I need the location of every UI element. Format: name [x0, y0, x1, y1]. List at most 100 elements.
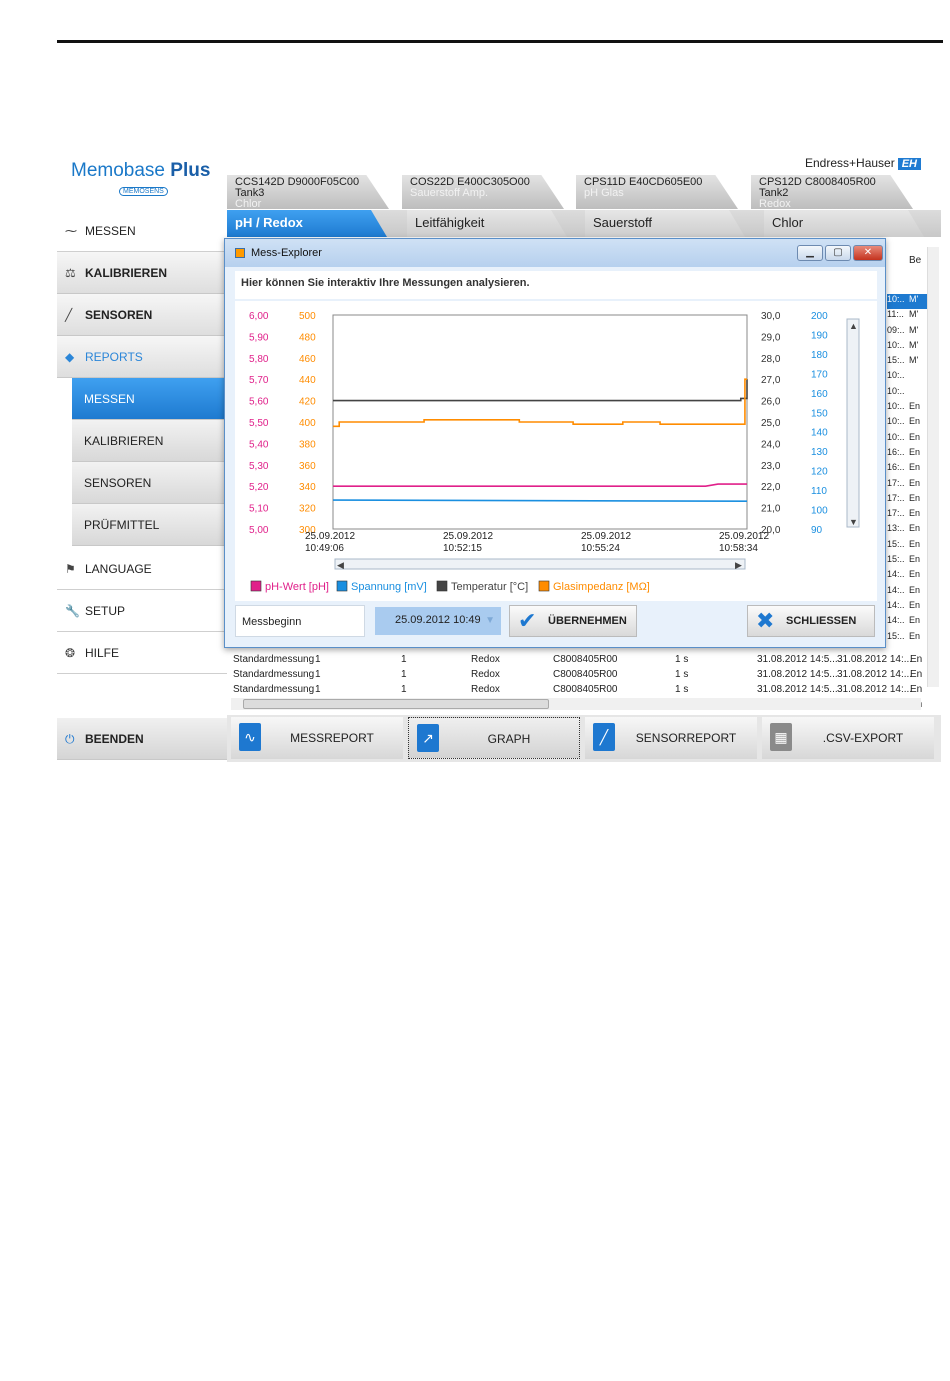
dialog-hint: Hier können Sie interaktiv Ihre Messunge…	[235, 271, 877, 299]
table-row[interactable]: 11:.. M'	[887, 309, 927, 324]
tab-ph-redox[interactable]: pH / Redox	[227, 210, 387, 237]
table-row[interactable]: Standardmessung 1 1 Redox C8008405R00 1 s 31.0…	[233, 668, 933, 683]
table-row[interactable]: 10:.. En	[887, 416, 927, 431]
table-row[interactable]: 09:.. M'	[887, 325, 927, 340]
sidebar-item-setup[interactable]: 🔧 SETUP	[57, 590, 227, 632]
scroll-thumb[interactable]	[243, 699, 549, 709]
table-row[interactable]: 15:.. M'	[887, 355, 927, 370]
sidebar-subitem-pruefmittel[interactable]: PRÜFMITTEL	[72, 504, 227, 546]
mv-axis-tick-label: 440	[299, 375, 316, 386]
table-cell: 15:..	[887, 355, 905, 366]
dialog-titlebar[interactable]: Mess-Explorer ▁ ▢ ✕	[225, 239, 885, 267]
sidebar-item-label: SETUP	[85, 604, 126, 618]
table-cell: En	[909, 599, 921, 610]
glass-axis-tick-label: 100	[811, 506, 828, 517]
sidebar-item-reports[interactable]: ◆ REPORTS	[57, 336, 227, 378]
close-window-button[interactable]: ✕	[853, 245, 883, 261]
legend-swatch	[336, 580, 348, 592]
x-axis-time-label: 10:49:06	[305, 543, 344, 554]
tab-sauerstoff[interactable]: Sauerstoff	[585, 210, 745, 237]
glass-axis-tick-label: 90	[811, 525, 823, 536]
table-row[interactable]: 16:.. En	[887, 462, 927, 477]
table-cell: 15:..	[887, 630, 905, 641]
table-cell: 10:..	[887, 416, 905, 427]
sidebar-item-kalibrieren[interactable]: ⚖ KALIBRIEREN	[57, 252, 227, 294]
table-row[interactable]: 10:.. En	[887, 401, 927, 416]
minimize-button[interactable]: ▁	[797, 245, 823, 261]
table-row[interactable]: 10:.. M'	[887, 294, 927, 310]
maximize-button[interactable]: ▢	[825, 245, 851, 261]
sidebar-subitem-kalibrieren[interactable]: KALIBRIEREN	[72, 420, 227, 462]
checkmark-icon: ✔	[518, 608, 537, 633]
table-row[interactable]: 16:.. En	[887, 447, 927, 462]
sensor-tab[interactable]: CPS12D C8008405R00 Tank2 Redox	[751, 175, 913, 209]
measurement-chart: 6,00 5,90 5,80 5,70 5,60 5,50 5,40 5,30 5,20 5,10…	[235, 301, 877, 601]
table-row[interactable]: 17:.. En	[887, 508, 927, 523]
messreport-button[interactable]: ∿ MESSREPORT	[231, 717, 403, 759]
sidebar-item-hilfe[interactable]: ❂ HILFE	[57, 632, 227, 674]
messbeginn-datetime-picker[interactable]: 25.09.2012 10:49 ▼	[375, 607, 501, 635]
sensor-tab[interactable]: CCS142D D9000F05C00 Tank3 Chlor	[227, 175, 389, 209]
table-row[interactable]: 14:.. En	[887, 600, 927, 615]
table-row[interactable]: 10:.. En	[887, 432, 927, 447]
table-cell: 31.08.2012 14:5...	[757, 669, 838, 680]
table-cell: 31.08.2012 14:5...	[757, 684, 838, 695]
table-row[interactable]: 17:.. En	[887, 478, 927, 493]
legend-label: Spannung [mV]	[351, 581, 427, 593]
tab-leitfaehigkeit[interactable]: Leitfähigkeit	[407, 210, 567, 237]
table-horizontal-scrollbar[interactable]	[231, 698, 921, 710]
sensor-type: Redox	[759, 198, 791, 210]
table-cell: En	[909, 477, 921, 488]
table-row[interactable]: 14:.. En	[887, 569, 927, 584]
table-cell: 1	[315, 669, 321, 680]
csv-export-button[interactable]: ▦ .CSV-EXPORT	[762, 717, 934, 759]
table-row[interactable]: 15:.. En	[887, 631, 927, 646]
table-row[interactable]: 10:..	[887, 370, 927, 385]
chevron-down-icon[interactable]: ▼	[485, 615, 495, 626]
table-row[interactable]: 10:..	[887, 386, 927, 401]
beenden-button[interactable]: ⏻ BEENDEN	[57, 718, 227, 760]
sensor-tab[interactable]: COS22D E400C305O00 Sauerstoff Amp.	[402, 175, 564, 209]
table-row[interactable]: 13:.. En	[887, 523, 927, 538]
table-cell: 10:..	[887, 401, 905, 412]
tab-chlor[interactable]: Chlor	[764, 210, 924, 237]
table-cell: En	[909, 446, 921, 457]
sidebar-item-sensoren[interactable]: ╱ SENSOREN	[57, 294, 227, 336]
bottom-toolbar: ∿ MESSREPORT ↗ GRAPH ╱ SENSORREPORT ▦ .CSV-E…	[227, 715, 941, 762]
mv-axis-tick-label: 500	[299, 311, 316, 322]
graph-button[interactable]: ↗ GRAPH	[408, 717, 580, 759]
table-row[interactable]: 14:.. En	[887, 585, 927, 600]
table-row[interactable]: 15:.. En	[887, 554, 927, 569]
table-row[interactable]: Standardmessung 1 1 Redox C8008405R00 1 s 31.0…	[233, 653, 933, 668]
sensor-icon: ╱	[65, 308, 73, 322]
button-label: MESSREPORT	[290, 731, 374, 745]
sensor-tabs: CCS142D D9000F05C00 Tank3 Chlor COS22D E…	[227, 175, 927, 209]
chart-horizontal-scrollbar	[334, 558, 746, 570]
table-cell: 1	[401, 684, 407, 695]
table-row[interactable]: 17:.. En	[887, 493, 927, 508]
glass-axis-tick-label: 140	[811, 428, 828, 439]
table-cell: 16:..	[887, 446, 905, 457]
table-row[interactable]: Standardmessung 1 1 Redox C8008405R00 1 s 31.0…	[233, 683, 933, 698]
sidebar-item-label: SENSOREN	[85, 308, 153, 322]
parameter-tabs: pH / Redox Leitfähigkeit Sauerstoff Chlo…	[227, 210, 941, 237]
table-row[interactable]: 14:.. En	[887, 615, 927, 630]
table-cell: 1 s	[675, 669, 689, 680]
sensor-tab[interactable]: CPS11D E40CD605E00 pH Glas	[576, 175, 738, 209]
ph-axis-tick-label: 5,60	[249, 397, 269, 408]
sidebar-item-messen[interactable]: ⁓ MESSEN	[57, 210, 227, 252]
schliessen-button[interactable]: ✖ SCHLIESSEN	[747, 605, 875, 637]
sidebar-subitem-messen[interactable]: MESSEN	[72, 378, 227, 420]
sensorreport-button[interactable]: ╱ SENSORREPORT	[585, 717, 757, 759]
table-row[interactable]: 15:.. En	[887, 539, 927, 554]
table-cell: 31.08.2012 14:...	[837, 669, 913, 680]
ph-axis-tick-label: 5,40	[249, 439, 269, 450]
sidebar-subitem-sensoren[interactable]: SENSOREN	[72, 462, 227, 504]
temp-axis-tick-label: 22,0	[761, 482, 781, 493]
sidebar-item-label: KALIBRIEREN	[85, 266, 168, 280]
uebernehmen-button[interactable]: ✔ ÜBERNEHMEN	[509, 605, 637, 637]
sidebar-item-language[interactable]: ⚑ LANGUAGE	[57, 548, 227, 590]
power-icon: ⏻	[65, 732, 75, 746]
table-row[interactable]: 10:.. M'	[887, 340, 927, 355]
table-vertical-scrollbar[interactable]	[927, 247, 939, 687]
